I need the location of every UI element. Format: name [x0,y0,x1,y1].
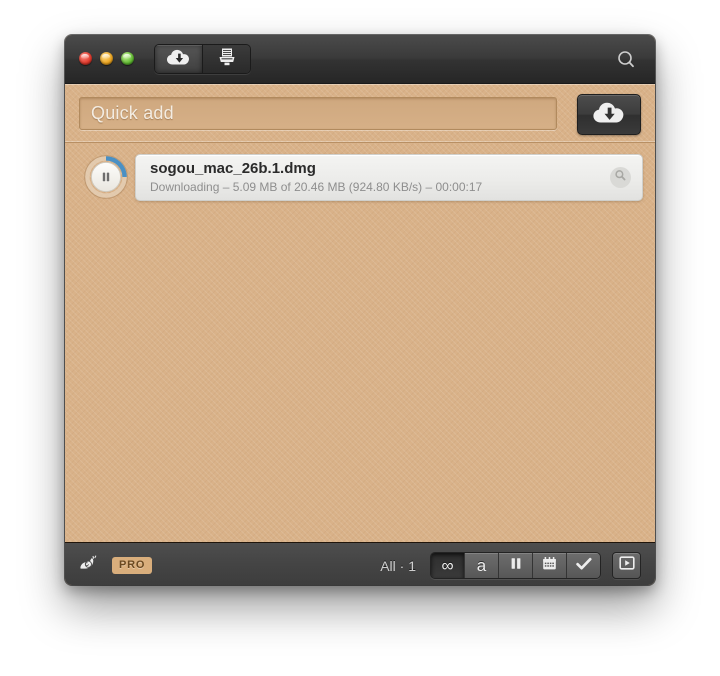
download-filename: sogou_mac_26b.1.dmg [150,160,316,177]
screenshot-root: Quick add sogou_mac_26b.1.dmg Downloadin… [0,0,720,676]
quick-add-bar: Quick add [65,84,655,143]
window-controls [79,52,134,65]
quick-add-placeholder: Quick add [91,103,174,123]
filter-scheduled[interactable] [533,553,567,578]
calendar-icon [542,556,557,575]
infinity-icon: ∞ [441,555,454,575]
filter-completed[interactable] [567,553,600,578]
content-area: Quick add sogou_mac_26b.1.dmg Downloadin… [65,84,655,542]
checkmark-icon [575,557,592,575]
minimize-button[interactable] [100,52,113,65]
filter-segmented-control: ∞ a [430,552,601,579]
download-card[interactable]: sogou_mac_26b.1.dmg Downloading – 5.09 M… [135,154,643,201]
add-download-button[interactable] [577,94,641,135]
search-icon [615,51,637,75]
filter-active[interactable]: a [465,553,499,578]
letter-a-icon: a [476,555,487,575]
search-button[interactable] [615,49,637,71]
magnifier-icon [614,169,627,187]
title-bar [65,35,655,84]
play-box-icon [618,555,635,576]
speed-limit-control[interactable]: PRO [79,554,153,577]
close-button[interactable] [79,52,92,65]
snail-icon [79,554,103,577]
filter-paused[interactable] [499,553,533,578]
download-progress-control[interactable] [83,154,129,200]
pause-icon [510,557,522,574]
cloud-download-icon [592,100,626,130]
status-bar: PRO All · 1 ∞ a [65,542,655,585]
shredder-icon [217,47,237,72]
item-count-label: All · 1 [380,557,416,574]
app-window: Quick add sogou_mac_26b.1.dmg Downloadin… [65,35,655,585]
filter-toolbar: All · 1 ∞ a [380,552,641,579]
media-browser-button[interactable] [612,552,641,579]
download-status: Downloading – 5.09 MB of 20.46 MB (924.8… [150,180,483,194]
pro-badge: PRO [112,557,153,574]
downloads-tab[interactable] [155,45,203,73]
cloud-download-icon [166,48,191,71]
shredder-tab[interactable] [203,45,250,73]
download-item[interactable]: sogou_mac_26b.1.dmg Downloading – 5.09 M… [65,148,655,204]
zoom-button[interactable] [121,52,134,65]
toolbar-segmented-control [154,44,251,74]
filter-all[interactable]: ∞ [431,553,465,578]
quick-add-input[interactable]: Quick add [79,97,557,130]
reveal-in-finder-button[interactable] [610,167,631,188]
